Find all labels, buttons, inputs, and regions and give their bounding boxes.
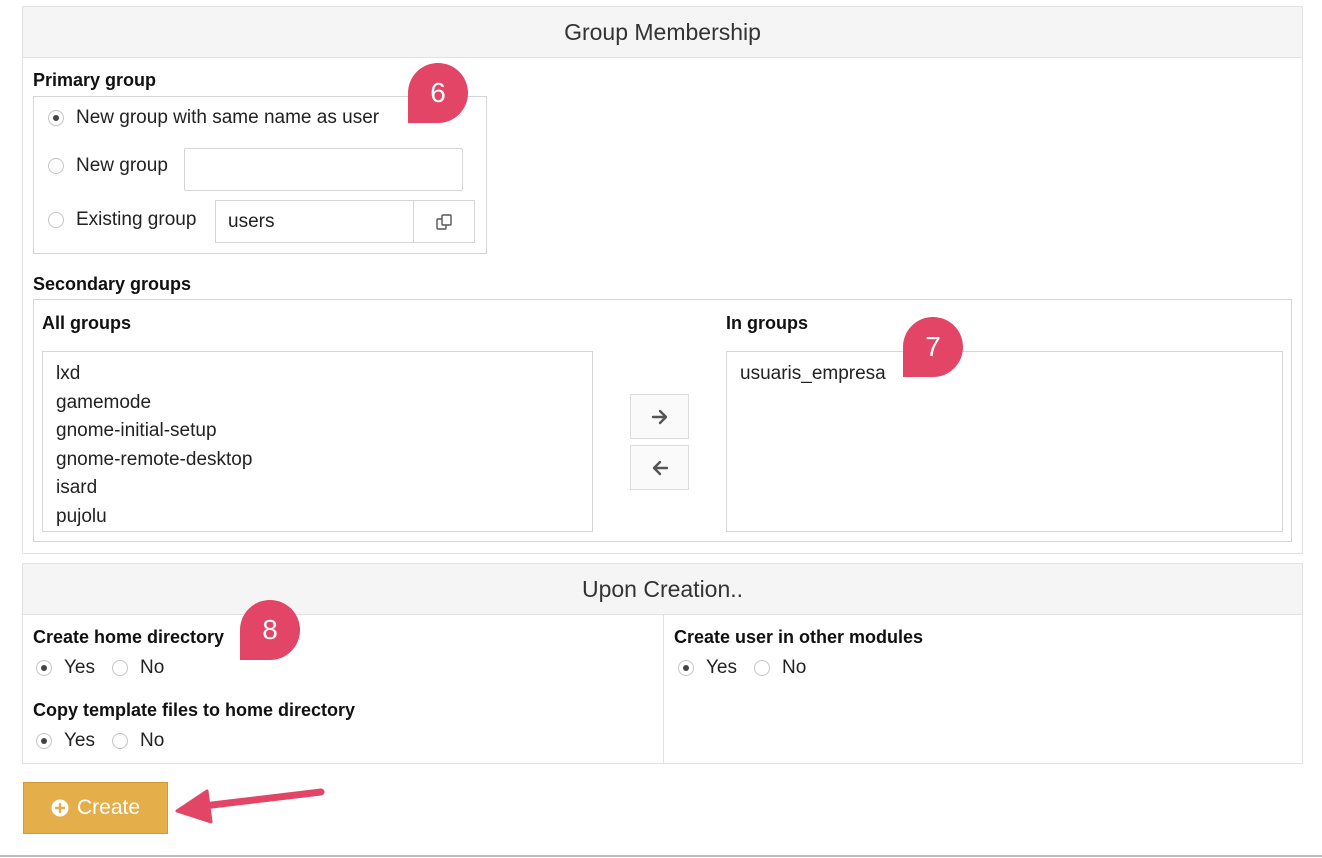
bottom-divider [0,855,1322,857]
annotation-badge-8: 8 [240,600,300,660]
annotation-badge-6: 6 [408,63,468,123]
list-item[interactable]: usuaris_empresa [727,360,1282,389]
copy-template-no-label: No [140,730,165,751]
create-button[interactable]: Create [23,782,168,834]
label-existing-group: Existing group [76,209,197,230]
home-dir-no-label: No [140,657,165,678]
remove-from-groups-button[interactable] [630,445,689,490]
group-membership-title: Group Membership [23,7,1302,58]
other-modules-no-radio[interactable] [754,660,770,676]
create-button-label: Create [76,796,141,819]
all-groups-label: All groups [42,313,131,333]
list-item[interactable]: gamemode [43,389,592,418]
label-same-name: New group with same name as user [76,107,380,128]
secondary-groups-label: Secondary groups [33,274,192,294]
list-item[interactable]: lxd [43,360,592,389]
list-item[interactable]: isard [43,474,592,503]
copy-template-no-radio[interactable] [112,733,128,749]
column-divider [663,615,664,763]
new-group-input[interactable] [184,148,463,191]
radio-new-group[interactable] [48,158,64,174]
list-item-partial: · · · [43,352,592,360]
other-modules-label: Create user in other modules [674,627,924,647]
annotation-arrow-icon [175,788,325,824]
home-dir-yes-label: Yes [64,657,95,678]
primary-group-label: Primary group [33,70,157,90]
annotation-badge-7: 7 [903,317,963,377]
in-groups-label: In groups [726,313,808,333]
arrow-right-icon [651,409,667,424]
existing-group-input[interactable]: users [215,200,414,243]
radio-same-name[interactable] [48,110,64,126]
add-to-groups-button[interactable] [630,394,689,439]
label-new-group: New group [76,155,168,176]
arrow-left-icon [652,460,668,475]
list-item[interactable]: pujolu [43,503,592,532]
in-groups-list[interactable]: usuaris_empresa [726,351,1283,532]
copy-template-yes-label: Yes [64,730,95,751]
other-modules-no-label: No [782,657,807,678]
group-chooser-button[interactable] [413,200,475,243]
home-dir-label: Create home directory [33,627,225,647]
copy-icon [436,213,452,230]
home-dir-yes-radio[interactable] [36,660,52,676]
existing-group-value: users [228,211,275,232]
upon-creation-title: Upon Creation.. [23,564,1302,615]
all-groups-list[interactable]: · · · lxd gamemode gnome-initial-setup g… [42,351,593,532]
list-item[interactable]: gnome-initial-setup [43,417,592,446]
copy-template-yes-radio[interactable] [36,733,52,749]
list-item[interactable]: gnome-remote-desktop [43,446,592,475]
plus-circle-icon [51,799,69,817]
radio-existing-group[interactable] [48,212,64,228]
copy-template-label: Copy template files to home directory [33,700,356,720]
upon-creation-panel: Upon Creation.. [22,563,1303,764]
other-modules-yes-label: Yes [706,657,737,678]
other-modules-yes-radio[interactable] [678,660,694,676]
home-dir-no-radio[interactable] [112,660,128,676]
